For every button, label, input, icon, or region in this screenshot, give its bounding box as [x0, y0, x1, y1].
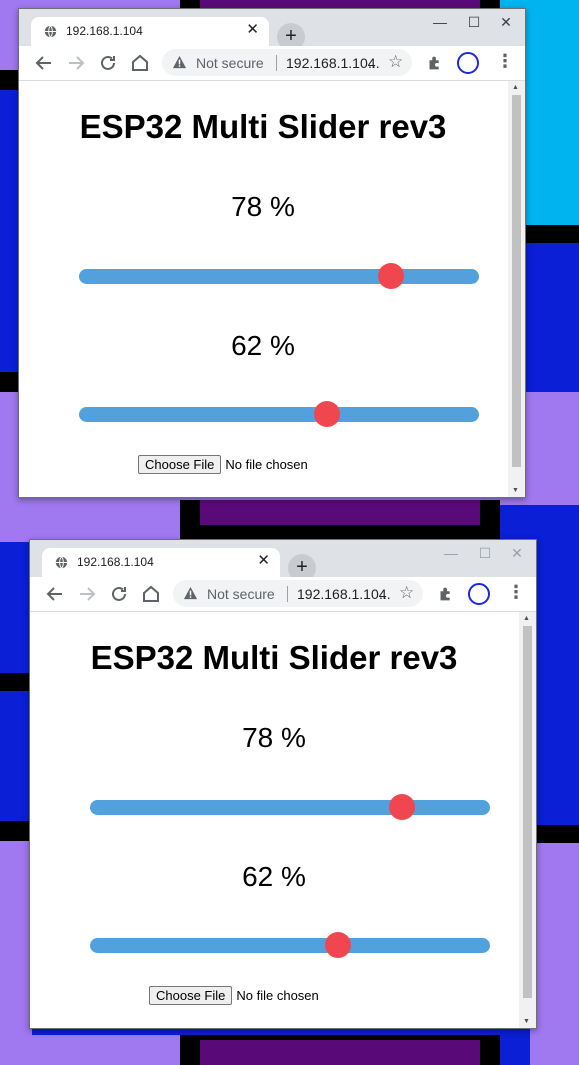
minimize-icon[interactable]: —: [429, 14, 451, 30]
slider-knob[interactable]: [378, 263, 404, 289]
address-bar[interactable]: Not secure 192.168.1.104 ... ☆: [173, 580, 423, 607]
globe-icon: [44, 25, 57, 38]
desktop: { "windows": [ { "tab_title": "192.168.1…: [0, 0, 579, 1065]
scroll-up-icon[interactable]: ▲: [523, 615, 530, 622]
scroll-down-icon[interactable]: ▼: [523, 1018, 530, 1025]
reload-icon[interactable]: [96, 51, 120, 75]
desktop-tile: [0, 1035, 180, 1065]
arrow-left-icon[interactable]: [43, 582, 67, 606]
slider-knob[interactable]: [325, 932, 351, 958]
choose-file-button[interactable]: Choose File: [149, 986, 233, 1005]
star-icon[interactable]: ☆: [399, 583, 414, 603]
arrow-left-icon[interactable]: [32, 51, 56, 75]
file-input[interactable]: Choose File No file chosen: [149, 986, 319, 1005]
slider-track[interactable]: [79, 401, 479, 427]
tab-title: 192.168.1.104: [66, 24, 143, 38]
tab-title: 192.168.1.104: [77, 555, 154, 569]
desktop-tile: [0, 691, 32, 821]
arrow-right-icon[interactable]: [75, 582, 99, 606]
url-ellipsis: ...: [368, 55, 380, 71]
slider-track[interactable]: [90, 932, 490, 958]
toolbar: Not secure 192.168.1.104 ... ☆ ⋮: [30, 577, 536, 612]
desktop-tile: [0, 372, 20, 392]
puzzle-icon[interactable]: [424, 52, 446, 74]
profile-icon[interactable]: [457, 52, 479, 74]
home-icon[interactable]: [128, 51, 152, 75]
scroll-down-icon[interactable]: ▼: [512, 487, 519, 494]
slider-value-label: 78 %: [242, 722, 306, 753]
reload-icon[interactable]: [107, 582, 131, 606]
scrollbar-thumb[interactable]: [523, 626, 532, 998]
slider-knob[interactable]: [314, 401, 340, 427]
globe-icon: [55, 556, 68, 569]
address-bar[interactable]: Not secure 192.168.1.104 ... ☆: [162, 49, 412, 76]
browser-tab[interactable]: 192.168.1.104 ✕: [42, 548, 280, 577]
browser-window: 192.168.1.104 ✕ + — ☐ ✕ Not secure 192.1…: [29, 539, 537, 1029]
desktop-tile: [530, 843, 579, 1065]
desktop-tile: [200, 1040, 480, 1065]
url-ellipsis: ...: [379, 586, 391, 602]
slider-track[interactable]: [90, 794, 490, 820]
desktop-tile: [0, 841, 32, 1065]
slider-track[interactable]: [79, 263, 479, 289]
page-content: ESP32 Multi Slider rev3 78 % 62 % Choose…: [30, 612, 518, 1028]
minimize-icon[interactable]: —: [440, 545, 462, 561]
divider: [287, 586, 288, 602]
arrow-right-icon[interactable]: [64, 51, 88, 75]
home-icon[interactable]: [139, 582, 163, 606]
desktop-tile: [530, 825, 579, 843]
close-icon[interactable]: ✕: [246, 21, 259, 39]
desktop-tile: [200, 500, 480, 525]
browser-window: 192.168.1.104 ✕ + — ☐ ✕ Not secure 192.1…: [18, 8, 526, 498]
desktop-tile: [0, 821, 32, 841]
maximize-icon[interactable]: ☐: [474, 545, 496, 562]
choose-file-button[interactable]: Choose File: [138, 455, 222, 474]
scroll-up-icon[interactable]: ▲: [512, 84, 519, 91]
warning-icon[interactable]: [183, 586, 198, 601]
scrollbar[interactable]: ▲ ▼: [508, 81, 525, 497]
close-window-icon[interactable]: ✕: [495, 14, 517, 31]
browser-tab[interactable]: 192.168.1.104 ✕: [31, 17, 269, 46]
close-icon[interactable]: ✕: [257, 552, 270, 570]
star-icon[interactable]: ☆: [388, 52, 403, 72]
slider-knob[interactable]: [389, 794, 415, 820]
profile-icon[interactable]: [468, 583, 490, 605]
not-secure-label[interactable]: Not secure: [196, 55, 264, 71]
scrollbar[interactable]: ▲ ▼: [519, 612, 536, 1028]
slider-value-label: 62 %: [242, 861, 306, 892]
page-title: ESP32 Multi Slider rev3: [90, 639, 458, 676]
file-status: No file chosen: [236, 988, 319, 1003]
kebab-menu-icon[interactable]: ⋮: [507, 583, 525, 601]
warning-icon[interactable]: [172, 55, 187, 70]
file-input[interactable]: Choose File No file chosen: [138, 455, 308, 474]
page-title: ESP32 Multi Slider rev3: [79, 108, 447, 145]
maximize-icon[interactable]: ☐: [463, 14, 485, 31]
title-bar[interactable]: 192.168.1.104 ✕ + — ☐ ✕: [19, 9, 525, 51]
divider: [276, 55, 277, 71]
kebab-menu-icon[interactable]: ⋮: [496, 52, 514, 70]
file-status: No file chosen: [225, 457, 308, 472]
title-bar[interactable]: 192.168.1.104 ✕ + — ☐ ✕: [30, 540, 536, 582]
close-window-icon[interactable]: ✕: [506, 545, 528, 562]
desktop-tile: [0, 70, 20, 90]
toolbar: Not secure 192.168.1.104 ... ☆ ⋮: [19, 46, 525, 81]
scrollbar-thumb[interactable]: [512, 95, 521, 467]
slider-value-label: 78 %: [231, 191, 295, 222]
desktop-tile: [0, 673, 32, 691]
not-secure-label[interactable]: Not secure: [207, 586, 275, 602]
slider-value-label: 62 %: [231, 330, 295, 361]
page-content: ESP32 Multi Slider rev3 78 % 62 % Choose…: [19, 81, 507, 497]
puzzle-icon[interactable]: [435, 583, 457, 605]
